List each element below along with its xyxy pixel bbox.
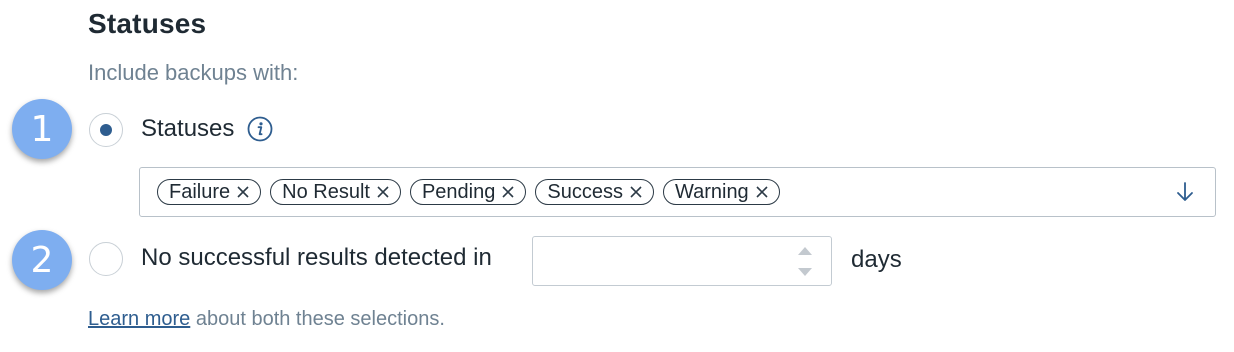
- chip-label: Pending: [421, 181, 496, 203]
- statuses-option-label: Statuses: [141, 115, 235, 142]
- step-badge-2: 2: [12, 230, 72, 290]
- radio-selected-dot: [100, 124, 112, 136]
- chip-label: Failure: [169, 181, 231, 203]
- statuses-filter-panel: Statuses Include backups with: 1 2 Statu…: [0, 0, 1234, 352]
- close-icon[interactable]: [376, 185, 390, 199]
- chip-label: Success: [547, 181, 623, 203]
- info-icon[interactable]: [247, 116, 273, 142]
- status-chip: Pending: [409, 179, 527, 205]
- days-unit-label: days: [851, 246, 902, 273]
- help-rest-text: about both these selections.: [190, 308, 445, 330]
- chip-label: No Result: [282, 181, 370, 203]
- arrow-down-icon[interactable]: [1173, 180, 1197, 204]
- close-icon[interactable]: [629, 185, 643, 199]
- step-badge-1: 1: [12, 99, 72, 159]
- close-icon[interactable]: [755, 185, 769, 199]
- help-text: Learn more about both these selections.: [88, 308, 445, 331]
- spinner-up-icon[interactable]: [797, 246, 813, 256]
- days-number-input[interactable]: [532, 236, 832, 286]
- status-chip: Failure: [157, 179, 262, 205]
- status-multiselect[interactable]: Failure No Result Pending Success Warnin…: [139, 167, 1216, 217]
- status-chips: Failure No Result Pending Success Warnin…: [157, 179, 780, 205]
- section-subtitle: Include backups with:: [88, 60, 299, 85]
- spinner-down-icon[interactable]: [797, 267, 813, 277]
- close-icon[interactable]: [236, 185, 250, 199]
- section-title: Statuses: [88, 8, 207, 39]
- learn-more-link[interactable]: Learn more: [88, 308, 190, 330]
- status-chip: Warning: [662, 179, 780, 205]
- status-chip: No Result: [270, 179, 401, 205]
- status-chip: Success: [535, 179, 654, 205]
- statuses-radio[interactable]: [89, 113, 123, 147]
- close-icon[interactable]: [501, 185, 515, 199]
- no-success-option-label: No successful results detected in: [141, 244, 492, 271]
- no-success-radio[interactable]: [89, 242, 123, 276]
- chip-label: Warning: [674, 181, 749, 203]
